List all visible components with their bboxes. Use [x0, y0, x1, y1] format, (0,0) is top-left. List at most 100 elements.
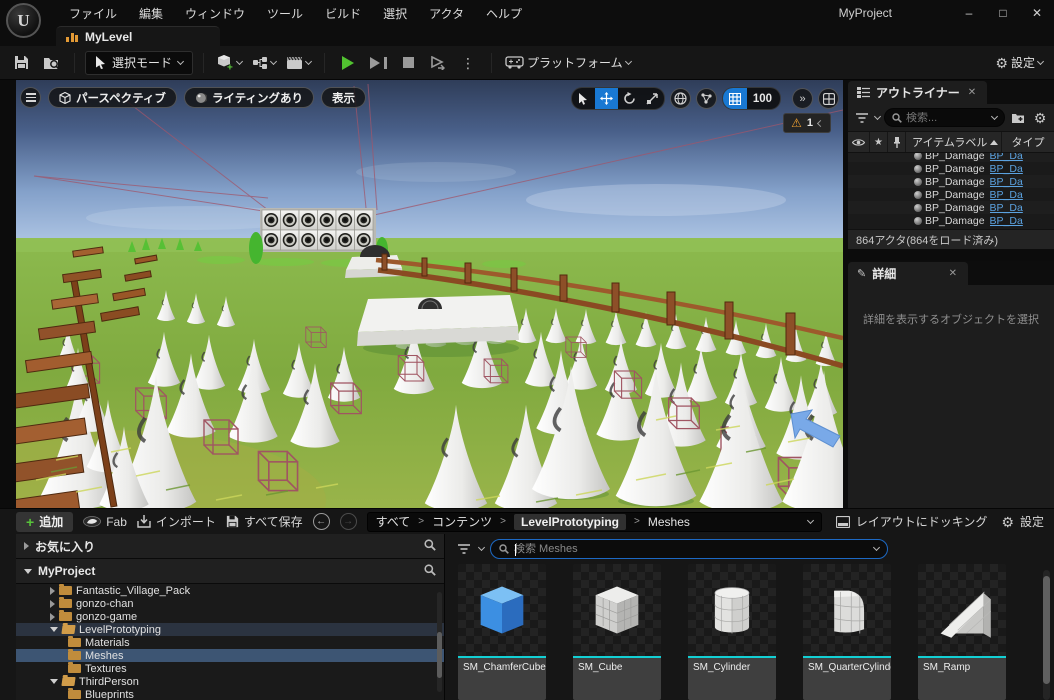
tab-mylevel[interactable]: MyLevel — [56, 26, 220, 46]
asset-sm-quartercylinder[interactable]: SM_QuarterCylinder — [803, 564, 891, 700]
cinematics-dropdown[interactable] — [283, 51, 314, 75]
outliner-search[interactable] — [884, 108, 1005, 127]
asset-sm-cylinder[interactable]: SM_Cylinder — [688, 564, 776, 700]
tree-item-gonzo-chan[interactable]: gonzo-chan — [16, 597, 444, 610]
close-tab-icon[interactable]: ✕ — [966, 87, 978, 98]
forward-button[interactable]: → — [340, 513, 357, 530]
favorite-column-header[interactable]: ★ — [870, 132, 888, 152]
browse-content-button[interactable] — [38, 51, 64, 75]
settings-dropdown[interactable]: ⚙ 設定 — [992, 51, 1046, 75]
menu-tools[interactable]: ツール — [256, 0, 314, 27]
tree-item-textures[interactable]: Textures — [16, 662, 444, 675]
platforms-dropdown[interactable]: プラットフォーム — [502, 51, 634, 75]
outliner-row[interactable]: BP_DamageBP_Da — [848, 175, 1054, 188]
breadcrumb-meshes[interactable]: Meshes — [648, 515, 690, 529]
outliner-row[interactable]: BP_DamageBP_Da — [848, 214, 1054, 227]
close-tab-icon[interactable]: ✕ — [947, 268, 959, 279]
tab-outliner[interactable]: アウトライナー ✕ — [848, 81, 987, 104]
search-icon[interactable] — [424, 564, 436, 579]
tab-details[interactable]: ✎ 詳細 ✕ — [848, 262, 968, 285]
project-section-header[interactable]: MyProject — [16, 559, 444, 584]
play-options-button[interactable]: ⋮ — [455, 51, 481, 75]
menu-actor[interactable]: アクタ — [418, 0, 475, 27]
chevron-down-icon[interactable] — [478, 544, 485, 551]
type-link[interactable]: BP_Da — [990, 202, 1023, 214]
select-tool-button[interactable] — [572, 88, 595, 109]
tree-item-meshes[interactable]: Meshes — [16, 649, 444, 662]
type-link[interactable]: BP_Da — [990, 153, 1023, 162]
save-all-button[interactable]: すべて保存 — [226, 513, 303, 530]
viewport-warning-badge[interactable]: ⚠ 1 — [783, 113, 831, 133]
outliner-settings-button[interactable]: ⚙ — [1031, 109, 1049, 127]
asset-filter-button[interactable] — [455, 540, 473, 558]
close-button[interactable]: ✕ — [1020, 1, 1054, 25]
chevron-down-icon[interactable] — [874, 112, 881, 119]
dock-in-layout-button[interactable]: レイアウトにドッキング — [836, 513, 988, 530]
outliner-row[interactable]: BP_DamageBP_Da — [848, 201, 1054, 214]
save-button[interactable] — [8, 51, 34, 75]
back-button[interactable]: ← — [313, 513, 330, 530]
skip-frame-button[interactable] — [365, 51, 391, 75]
select-mode-dropdown[interactable]: 選択モード — [85, 51, 193, 75]
type-link[interactable]: BP_Da — [990, 176, 1023, 188]
menu-help[interactable]: ヘルプ — [475, 0, 533, 27]
new-folder-button[interactable] — [1009, 109, 1027, 127]
menu-edit[interactable]: 編集 — [128, 0, 174, 27]
chevron-down-icon[interactable] — [873, 544, 880, 551]
maximize-button[interactable]: □ — [986, 1, 1020, 25]
type-link[interactable]: BP_Da — [990, 189, 1023, 201]
rotate-tool-button[interactable] — [618, 88, 641, 109]
grid-snap-toggle[interactable] — [723, 88, 747, 109]
menu-window[interactable]: ウィンドウ — [174, 0, 256, 27]
fab-button[interactable]: Fab — [83, 515, 127, 529]
outliner-row[interactable]: BP_DamageBP_Da — [848, 162, 1054, 175]
tree-scrollbar[interactable] — [437, 592, 442, 692]
asset-search[interactable] — [490, 539, 888, 559]
menu-build[interactable]: ビルド — [314, 0, 372, 27]
unreal-engine-logo-icon[interactable]: U — [6, 3, 41, 38]
blueprints-dropdown[interactable] — [249, 51, 279, 75]
tree-item-levelprototyping[interactable]: LevelPrototyping — [16, 623, 444, 636]
grid-snap-value[interactable]: 100 — [747, 93, 780, 105]
asset-search-input[interactable] — [514, 543, 869, 555]
view-mode-dropdown[interactable]: ライティングあり — [184, 87, 314, 108]
content-settings-button[interactable]: ⚙ 設定 — [1001, 513, 1044, 530]
play-button[interactable] — [335, 51, 361, 75]
stop-button[interactable] — [395, 51, 421, 75]
move-tool-button[interactable] — [595, 88, 618, 109]
search-icon[interactable] — [424, 539, 436, 554]
scale-tool-button[interactable] — [641, 88, 664, 109]
breadcrumb-content[interactable]: コンテンツ — [432, 513, 492, 530]
filter-button[interactable] — [853, 109, 871, 127]
menu-file[interactable]: ファイル — [58, 0, 128, 27]
tree-item-gonzo-game[interactable]: gonzo-game — [16, 610, 444, 623]
breadcrumb-levelprototyping[interactable]: LevelPrototyping — [514, 514, 626, 530]
chevron-down-icon[interactable] — [991, 112, 998, 119]
visibility-column-header[interactable] — [848, 132, 870, 152]
launch-button[interactable] — [425, 51, 451, 75]
type-link[interactable]: BP_Da — [990, 163, 1023, 175]
type-column-header[interactable]: タイプ — [1002, 132, 1054, 152]
pin-column-header[interactable] — [888, 132, 906, 152]
add-actor-dropdown[interactable]: + — [214, 51, 245, 75]
outliner-search-input[interactable] — [906, 112, 988, 124]
viewport-layout-button[interactable] — [818, 88, 839, 109]
item-label-column-header[interactable]: アイテムラベル — [906, 132, 1002, 152]
show-dropdown[interactable]: 表示 — [321, 87, 366, 108]
asset-sm-cube[interactable]: SM_Cube — [573, 564, 661, 700]
camera-speed-button[interactable]: » — [792, 88, 813, 109]
import-button[interactable]: インポート — [137, 513, 216, 530]
asset-sm-chamfercube[interactable]: SM_ChamferCube — [458, 564, 546, 700]
surface-snapping-button[interactable] — [696, 88, 717, 109]
asset-sm-ramp[interactable]: SM_Ramp — [918, 564, 1006, 700]
type-link[interactable]: BP_Da — [990, 215, 1023, 227]
minimize-button[interactable]: – — [952, 1, 986, 25]
asset-scrollbar[interactable] — [1043, 570, 1050, 700]
tree-item-materials[interactable]: Materials — [16, 636, 444, 649]
add-content-button[interactable]: + 追加 — [16, 512, 73, 532]
tree-item-thirdperson[interactable]: ThirdPerson — [16, 675, 444, 688]
perspective-dropdown[interactable]: パースペクティブ — [48, 87, 177, 108]
level-viewport[interactable]: パースペクティブ ライティングあり 表示 — [16, 80, 843, 508]
panel-divider[interactable] — [848, 249, 1054, 261]
menu-select[interactable]: 選択 — [372, 0, 418, 27]
